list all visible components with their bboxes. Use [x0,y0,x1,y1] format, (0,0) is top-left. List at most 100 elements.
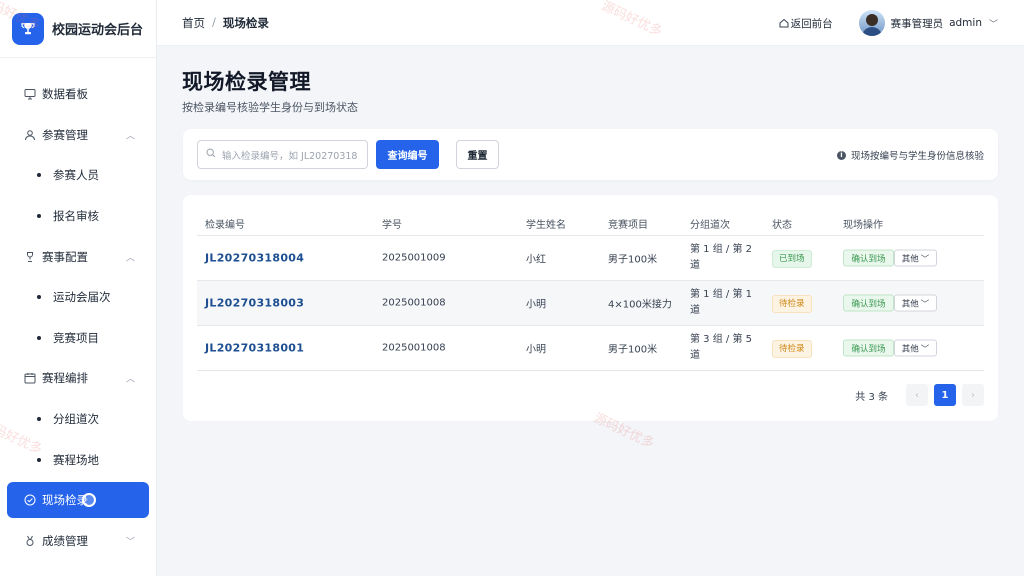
sidebar-item-label: 竞赛项目 [53,330,99,345]
more-actions-button[interactable]: 其他 ﹀ [894,249,937,267]
prev-page-button[interactable]: ‹ [906,384,928,406]
sidebar-item-schedule-group[interactable]: 赛程编排 ︿ [0,358,157,399]
pagination: 共 3 条 ‹ 1 › [855,384,984,406]
more-actions-button[interactable]: 其他 ﹀ [894,294,937,312]
bullet-icon [37,417,41,422]
brand[interactable]: 校园运动会后台 [0,0,156,58]
status-badge: 待检录 [772,295,812,313]
bullet-icon [37,214,41,219]
sidebar-item-label: 参赛人员 [53,168,99,183]
breadcrumb-separator: / [212,15,216,29]
chevron-up-icon: ︿ [125,253,135,264]
student-name: 小红 [526,254,546,266]
page-number-button[interactable]: 1 [934,384,956,406]
sidebar-item-label: 分组道次 [53,412,99,427]
page-title: 现场检录管理 [182,70,311,94]
chevron-up-icon: ︿ [125,374,135,385]
student-name: 小明 [526,299,546,311]
more-label: 其他 [901,344,919,354]
sidebar-item-event-config-group[interactable]: 赛事配置 ︿ [0,236,157,277]
sidebar-item-participants[interactable]: 参赛人员 [0,155,157,196]
confirm-arrival-button[interactable]: 确认到场 [843,249,894,267]
col-actions: 现场操作 [843,220,883,231]
student-no: 2025001008 [382,342,446,354]
sidebar-item-scores-group[interactable]: 成绩管理 ﹀ [0,521,157,562]
user-icon [23,128,36,141]
breadcrumb: 首页 / 现场检录 [182,15,269,31]
reset-button[interactable]: 重置 [456,140,499,169]
breadcrumb-current: 现场检录 [222,16,269,30]
more-label: 其他 [901,299,919,309]
confirm-arrival-button[interactable]: 确认到场 [843,294,894,312]
search-input[interactable]: 输入检录编号，如 JL20270318 [197,140,368,169]
sidebar-item-checkin[interactable]: 现场检录 [7,481,149,518]
app-title: 校园运动会后台 [52,23,144,38]
breadcrumb-home[interactable]: 首页 [182,15,205,31]
back-link-label: 返回前台 [790,17,833,30]
status-badge: 待检录 [772,340,812,358]
avatar[interactable] [858,10,885,36]
sidebar-item-label: 数据看板 [42,87,88,102]
sidebar-item-label: 成绩管理 [42,534,88,549]
event-name: 4×100米接力 [608,299,672,311]
username[interactable]: admin [949,17,982,29]
medal-icon [23,535,36,548]
col-student-name: 学生姓名 [526,220,566,231]
search-card: 输入检录编号，如 JL20270318 查询编号 重置 i 现场按编号与学生身份… [183,129,998,180]
bullet-icon [37,295,41,300]
bullet-icon [37,457,41,462]
table-header: 检录编号 学号 学生姓名 竞赛项目 分组道次 状态 现场操作 [197,211,984,236]
chevron-down-icon: ﹀ [125,537,135,548]
back-to-frontend-link[interactable]: 返回前台 [779,16,833,31]
group-lane: 第 1 组 / 第 2 道 [690,244,752,271]
sidebar-item-label: 赛程编排 [42,371,88,386]
student-no: 2025001009 [382,252,446,264]
bullet-icon [37,335,41,340]
sidebar-item-registration-review[interactable]: 报名审核 [0,196,157,237]
col-checkin-code: 检录编号 [205,220,245,231]
group-lane: 第 1 组 / 第 1 道 [690,289,752,316]
user-role: 赛事管理员 [890,17,944,30]
verification-hint: i 现场按编号与学生身份信息核验 [836,148,984,162]
checkin-code[interactable]: JL20270318004 [205,252,304,265]
info-icon: i [836,150,846,160]
mouse-cursor-indicator [82,492,96,507]
chevron-down-icon[interactable]: ﹀ [989,17,998,30]
sidebar-item-lanes[interactable]: 分组道次 [0,399,157,440]
checkin-code[interactable]: JL20270318001 [205,342,304,355]
sidebar-item-participants-group[interactable]: 参赛管理 ︿ [0,115,157,156]
status-badge: 已到场 [772,250,812,268]
total-count: 共 3 条 [855,391,888,403]
search-icon [206,148,216,161]
sidebar: 校园运动会后台 数据看板 参赛管理 ︿ 参赛人员 报名审核 赛事配置 ︿ 运动会… [0,0,157,576]
next-page-button[interactable]: › [962,384,984,406]
check-circle-icon [23,493,36,506]
query-button[interactable]: 查询编号 [376,140,439,169]
home-icon [779,18,789,28]
sidebar-item-venues[interactable]: 赛程场地 [0,439,157,480]
search-placeholder: 输入检录编号，如 JL20270318 [222,150,358,162]
sidebar-item-competition-events[interactable]: 竞赛项目 [0,318,157,359]
sidebar-item-label: 运动会届次 [53,290,111,305]
page-subtitle: 按检录编号核验学生身份与到场状态 [182,101,358,114]
trophy-icon [12,12,44,45]
col-student-no: 学号 [382,220,402,231]
confirm-arrival-button[interactable]: 确认到场 [843,339,894,357]
sidebar-item-dashboard[interactable]: 数据看板 [0,74,157,115]
table-row: JL20270318003 2025001008 小明 4×100米接力 第 1… [197,281,984,326]
checkin-code[interactable]: JL20270318003 [205,297,304,310]
sidebar-item-sessions[interactable]: 运动会届次 [0,277,157,318]
more-actions-button[interactable]: 其他 ﹀ [894,339,937,357]
chevron-down-icon: ﹀ [920,344,930,354]
sidebar-item-label: 赛程场地 [53,452,99,467]
event-name: 男子100米 [608,254,658,266]
sidebar-item-label: 参赛管理 [42,127,88,142]
col-status: 状态 [772,220,792,231]
chevron-up-icon: ︿ [125,131,135,142]
trophy-outline-icon [23,250,36,263]
table-row: JL20270318004 2025001009 小红 男子100米 第 1 组… [197,236,984,281]
hint-text: 现场按编号与学生身份信息核验 [850,151,984,162]
bullet-icon [37,173,41,178]
sidebar-nav: 数据看板 参赛管理 ︿ 参赛人员 报名审核 赛事配置 ︿ 运动会届次 竞赛项目 [0,74,157,562]
student-no: 2025001008 [382,297,446,309]
